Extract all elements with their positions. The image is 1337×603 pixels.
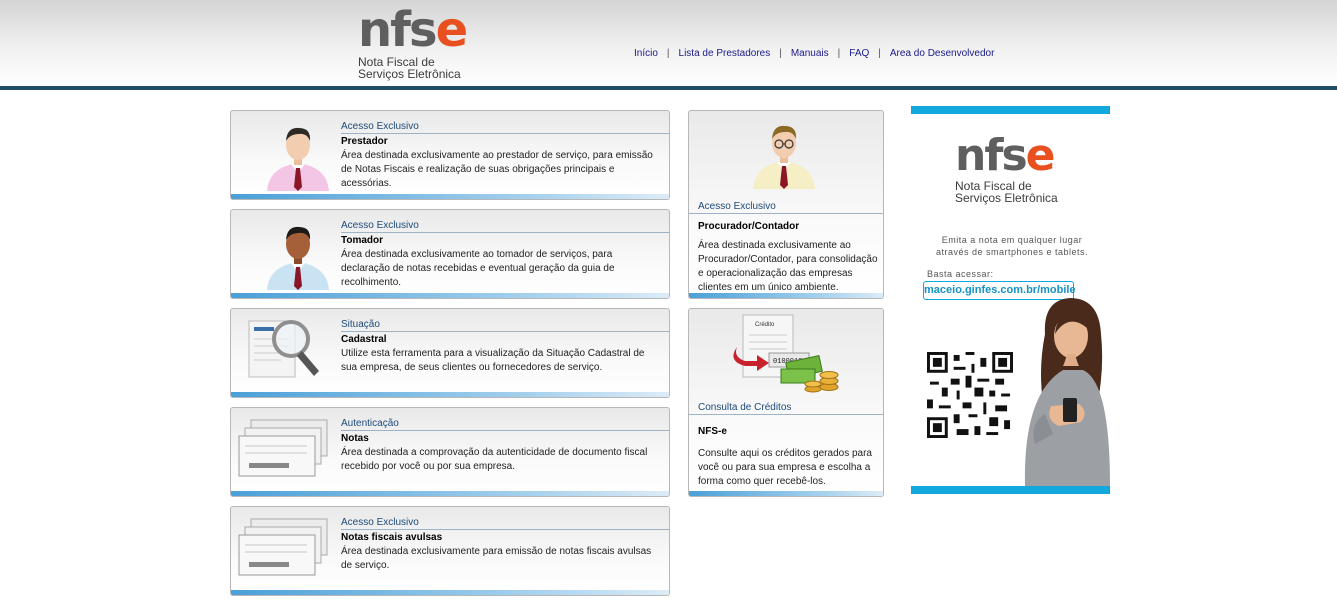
card-heading: Situação xyxy=(341,319,380,330)
person-prestador-icon xyxy=(267,127,329,191)
card-tomador[interactable]: Acesso Exclusivo Tomador Área destinada … xyxy=(230,209,670,299)
card-prestador[interactable]: Acesso Exclusivo Prestador Área destinad… xyxy=(230,110,670,200)
logo-wordmark: nfse xyxy=(955,130,1055,181)
card-heading: Consulta de Créditos xyxy=(698,402,792,413)
card-title: Notas fiscais avulsas xyxy=(341,532,443,543)
nav-inicio[interactable]: Início xyxy=(634,48,658,59)
top-nav: Início | Lista de Prestadores | Manuais | FAQ |… xyxy=(634,48,995,59)
card-description: Área destinada exclusivamente ao Procura… xyxy=(698,240,878,293)
person-procurador-icon xyxy=(753,125,815,189)
qr-code-icon xyxy=(927,352,1013,438)
nfse-logo[interactable]: nfse Nota Fiscal de Serviços Eletrônica xyxy=(358,2,488,86)
nav-faq[interactable]: FAQ xyxy=(849,48,869,59)
card-title: Cadastral xyxy=(341,334,387,345)
banner-access-label: Basta acessar: xyxy=(927,269,994,279)
person-tomador-icon xyxy=(267,226,329,290)
card-description: Área destinada a comprovação da autentic… xyxy=(341,447,648,472)
card-description: Área destinada exclusivamente ao prestad… xyxy=(341,150,653,189)
banner-nfse-logo: nfse Nota Fiscal de Serviços Eletrônica xyxy=(955,130,1058,205)
card-heading: Acesso Exclusivo xyxy=(341,517,419,528)
card-title: Prestador xyxy=(341,136,388,147)
nav-manuais[interactable]: Manuais xyxy=(791,48,829,59)
card-heading: Acesso Exclusivo xyxy=(698,201,776,212)
card-procurador-contador[interactable]: Acesso Exclusivo Procurador/Contador Áre… xyxy=(688,110,884,299)
logo-subtitle-line-2: Serviços Eletrônica xyxy=(358,67,461,81)
card-description: Área destinada exclusivamente para emiss… xyxy=(341,546,652,571)
card-consulta-creditos[interactable]: Crédito 0100010 Consulta de Créditos NFS… xyxy=(688,308,884,497)
magnifier-document-icon xyxy=(248,320,319,378)
svg-text:Crédito: Crédito xyxy=(755,322,775,328)
mobile-banner[interactable]: nfse Nota Fiscal de Serviços Eletrônica … xyxy=(911,106,1110,494)
card-description: Área destinada exclusivamente ao tomador… xyxy=(341,249,615,288)
logo-wordmark: nfse xyxy=(358,2,468,58)
card-autenticacao-notas[interactable]: Autenticação Notas Área destinada a comp… xyxy=(230,407,670,497)
card-heading: Autenticação xyxy=(341,418,399,429)
card-heading: Acesso Exclusivo xyxy=(341,220,419,231)
header-divider xyxy=(0,86,1337,90)
card-title: Procurador/Contador xyxy=(698,221,800,232)
card-notas-avulsas[interactable]: Acesso Exclusivo Notas fiscais avulsas Á… xyxy=(230,506,670,596)
card-heading: Acesso Exclusivo xyxy=(341,121,419,132)
card-title: Notas xyxy=(341,433,369,444)
card-description: Consulte aqui os créditos gerados para v… xyxy=(698,448,872,487)
nav-lista-prestadores[interactable]: Lista de Prestadores xyxy=(679,48,771,59)
notas-stack-icon xyxy=(238,518,328,576)
banner-tagline: Emita a nota em qualquer lugar através d… xyxy=(935,235,1089,257)
card-description: Utilize esta ferramenta para a visualiza… xyxy=(341,348,645,373)
card-title: NFS-e xyxy=(698,426,727,437)
card-situacao-cadastral[interactable]: Situação Cadastral Utilize esta ferramen… xyxy=(230,308,670,398)
notas-stack-icon xyxy=(238,419,328,477)
nav-area-desenvolvedor[interactable]: Area do Desenvolvedor xyxy=(890,48,995,59)
woman-smartphone-image xyxy=(1024,298,1110,486)
page-header xyxy=(0,0,1337,88)
creditos-money-icon: Crédito 0100010 xyxy=(733,314,839,393)
card-title: Tomador xyxy=(341,235,384,246)
